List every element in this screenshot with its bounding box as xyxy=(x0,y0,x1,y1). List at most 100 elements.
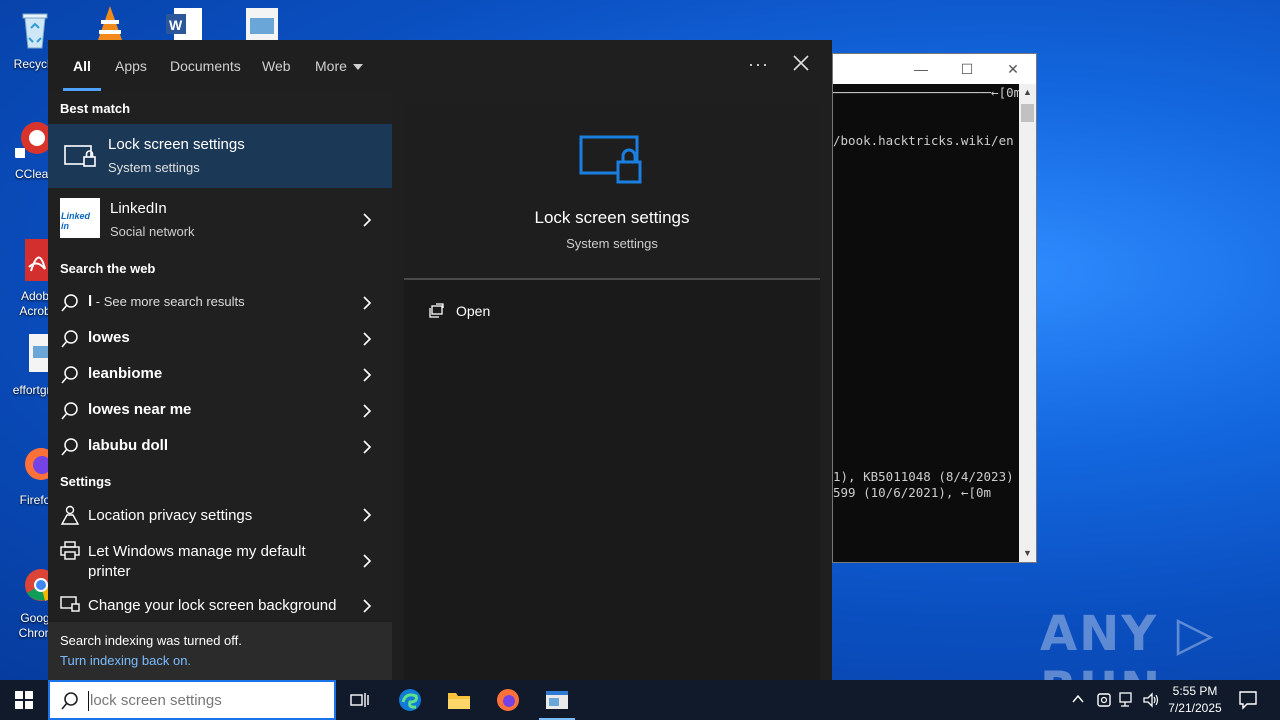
best-match-heading: Best match xyxy=(60,101,131,116)
lock-screen-icon xyxy=(60,596,80,612)
open-external-icon xyxy=(429,303,444,318)
chevron-right-icon[interactable] xyxy=(362,508,372,522)
preview-subtitle: System settings xyxy=(566,236,658,251)
chevron-right-icon[interactable] xyxy=(362,554,372,568)
best-match-item[interactable]: Lock screen settings System settings xyxy=(48,124,392,188)
anyrun-watermark: ANY ▷ RUN xyxy=(1040,606,1216,680)
preview-pane: Lock screen settings System settings Ope… xyxy=(404,104,820,680)
console-line: 599 (10/6/2021), ←[0m xyxy=(833,485,992,500)
close-button[interactable]: ✕ xyxy=(990,61,1036,78)
chevron-right-icon[interactable] xyxy=(362,296,372,310)
search-icon xyxy=(61,692,78,710)
linkedin-logo-text: Linked in xyxy=(61,211,91,231)
taskbar-file-explorer[interactable] xyxy=(435,680,483,720)
more-options-icon[interactable]: ··· xyxy=(748,54,769,75)
web-result[interactable]: labubu doll xyxy=(48,429,392,465)
search-icon xyxy=(61,366,78,384)
minimize-button[interactable]: — xyxy=(898,61,944,77)
svg-text:W: W xyxy=(169,17,183,33)
taskbar-clock[interactable]: 5:55 PM 7/21/2025 xyxy=(1160,683,1230,717)
taskbar-edge[interactable] xyxy=(386,680,434,720)
tab-all[interactable]: All xyxy=(73,58,91,74)
chevron-right-icon[interactable] xyxy=(362,213,372,227)
settings-item-default-printer[interactable]: Let Windows manage my default printer xyxy=(48,533,392,589)
search-icon xyxy=(61,294,78,312)
web-result[interactable]: leanbiome xyxy=(48,357,392,393)
chevron-right-icon[interactable] xyxy=(362,599,372,613)
active-tab-indicator xyxy=(63,88,101,91)
start-button[interactable] xyxy=(0,680,48,720)
preview-title: Lock screen settings xyxy=(534,208,690,227)
console-line: ─────────────────────←[0m xyxy=(833,85,1021,100)
search-icon xyxy=(61,438,78,456)
results-list: Best match Lock screen settings System s… xyxy=(48,92,392,680)
scroll-up-icon[interactable]: ▲ xyxy=(1019,84,1036,101)
console-titlebar[interactable]: — ☐ ✕ xyxy=(833,54,1036,84)
taskbar-console-app[interactable] xyxy=(533,680,581,720)
clock-time: 5:55 PM xyxy=(1172,684,1218,698)
tab-documents[interactable]: Documents xyxy=(170,58,241,74)
open-label: Open xyxy=(456,303,491,319)
maximize-button[interactable]: ☐ xyxy=(944,61,990,78)
taskbar-firefox[interactable] xyxy=(484,680,532,720)
tab-web[interactable]: Web xyxy=(262,58,291,74)
chevron-down-icon xyxy=(352,64,363,71)
web-result-label: lowes near me xyxy=(88,401,192,418)
desktop: Recycle W CClean Adob Acrob effortgre Fi… xyxy=(0,0,1280,680)
settings-item-location-privacy[interactable]: Location privacy settings xyxy=(48,497,392,533)
console-line: 1), KB5011048 (8/4/2023) xyxy=(833,469,1014,484)
web-result-see-more[interactable]: l - See more search results xyxy=(48,285,392,321)
scroll-down-icon[interactable]: ▼ xyxy=(1019,545,1036,562)
windows-logo-icon xyxy=(15,691,33,709)
best-match-subtitle: System settings xyxy=(108,160,200,175)
web-query-hint: - See more search results xyxy=(92,294,245,309)
chevron-right-icon[interactable] xyxy=(362,332,372,346)
task-view-icon xyxy=(350,693,369,707)
taskbar: lock screen settings 5:55 PM 7/21/2025 xyxy=(0,680,1280,720)
web-result-label: lowes xyxy=(88,329,130,346)
meet-now-icon[interactable] xyxy=(1096,691,1112,709)
console-scrollbar[interactable]: ▲ ▼ xyxy=(1019,84,1036,562)
taskbar-search-input[interactable]: lock screen settings xyxy=(48,680,336,720)
chevron-right-icon[interactable] xyxy=(362,440,372,454)
chevron-right-icon[interactable] xyxy=(362,368,372,382)
printer-icon xyxy=(60,541,80,560)
settings-heading: Settings xyxy=(60,474,112,489)
tab-more[interactable]: More xyxy=(315,58,363,74)
tab-apps[interactable]: Apps xyxy=(115,58,147,74)
web-result[interactable]: lowes xyxy=(48,321,392,357)
firefox-icon xyxy=(497,689,519,711)
chevron-right-icon[interactable] xyxy=(362,404,372,418)
settings-item-label: Location privacy settings xyxy=(88,507,253,524)
console-window[interactable]: — ☐ ✕ ─────────────────────←[0m /book.ha… xyxy=(832,53,1037,563)
web-result-label: leanbiome xyxy=(88,365,163,382)
notification-icon[interactable] xyxy=(1238,690,1258,710)
clock-date: 7/21/2025 xyxy=(1168,701,1222,715)
volume-icon[interactable] xyxy=(1142,691,1160,709)
open-button[interactable]: Open xyxy=(424,300,624,324)
settings-item-label: Change your lock screen background xyxy=(88,597,337,614)
web-result[interactable]: lowes near me xyxy=(48,393,392,429)
preview-header: Lock screen settings System settings xyxy=(404,104,820,280)
web-result-label: labubu doll xyxy=(88,437,168,454)
linkedin-title: LinkedIn xyxy=(110,200,167,217)
search-query-text: lock screen settings xyxy=(90,692,222,709)
tab-more-label: More xyxy=(315,58,347,74)
person-icon xyxy=(60,505,80,525)
settings-item-lock-screen-background[interactable]: Change your lock screen background xyxy=(48,589,392,622)
close-icon[interactable] xyxy=(790,52,812,74)
linkedin-logo-icon: Linked in xyxy=(60,198,100,238)
turn-indexing-on-link[interactable]: Turn indexing back on. xyxy=(60,653,191,668)
task-view-button[interactable] xyxy=(336,680,384,720)
lock-screen-icon xyxy=(64,145,96,167)
chevron-up-icon[interactable] xyxy=(1072,694,1084,704)
settings-item-label: Let Windows manage my default printer xyxy=(88,543,306,580)
scroll-thumb[interactable] xyxy=(1021,104,1034,122)
indexing-off-text: Search indexing was turned off. xyxy=(60,633,242,648)
network-icon[interactable] xyxy=(1118,691,1136,709)
linkedin-item[interactable]: Linked in LinkedIn Social network xyxy=(48,188,392,252)
search-icon xyxy=(61,330,78,348)
text-caret xyxy=(88,691,89,711)
search-icon xyxy=(61,402,78,420)
window-app-icon xyxy=(546,691,568,709)
